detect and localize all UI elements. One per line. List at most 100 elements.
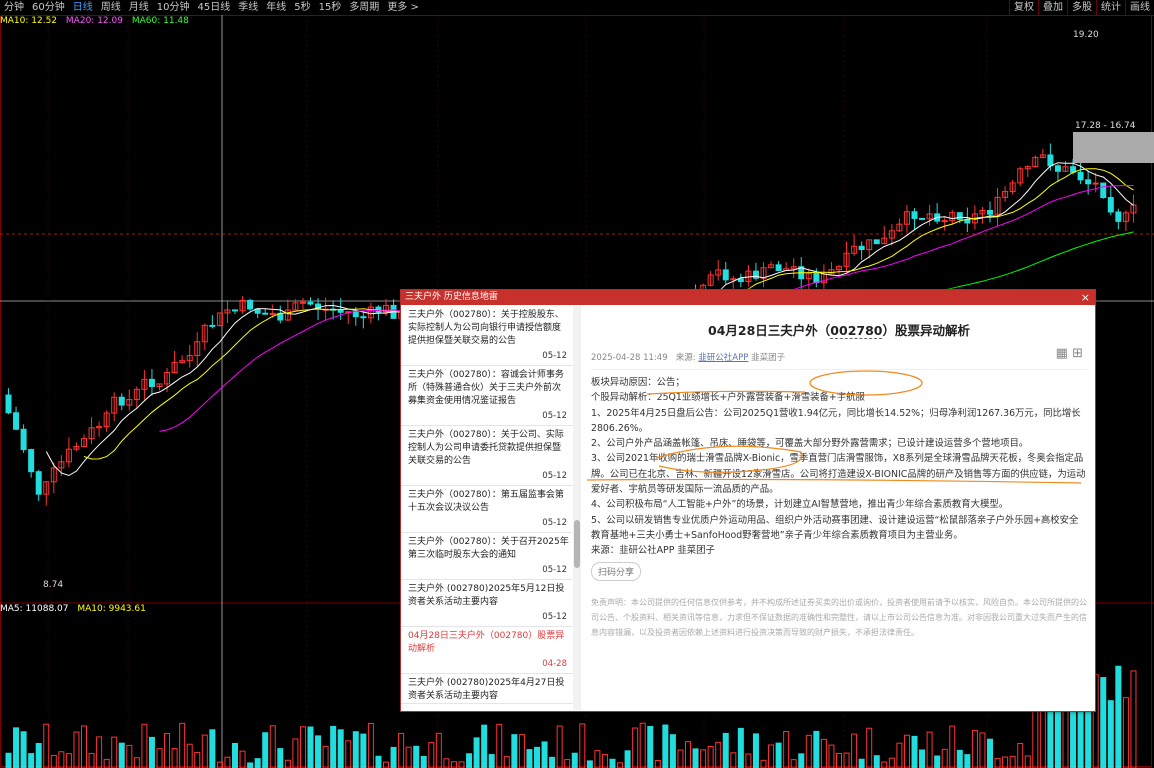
multi-stock-button[interactable]: 多股: [1067, 0, 1096, 15]
list-item-text: 三夫户外 (002780)2025年4月27日投资者关系活动主要内容: [408, 678, 565, 701]
volume-bar: [360, 733, 367, 768]
volume-bar: [315, 735, 322, 768]
ma10-label: MA10: 12.52: [0, 16, 58, 26]
volume-bar: [820, 738, 827, 768]
volume-bar: [345, 740, 352, 768]
candle-body: [941, 220, 948, 223]
volume-bar: [307, 726, 314, 768]
volume-bar: [518, 734, 525, 768]
dialog-title: 三夫户外 历史信息地雷: [405, 292, 498, 302]
candle-body: [209, 324, 216, 327]
period-60min[interactable]: 60分钟: [28, 0, 69, 15]
list-item-text: 三夫户外（002780）：关于召开2025年第三次临时股东大会的通知: [408, 537, 569, 560]
restore-rights-button[interactable]: 复权: [1009, 0, 1038, 15]
volume-bar: [194, 751, 201, 768]
list-item[interactable]: 三夫户外（002780）：第五届监事会第十五次会议决议公告 05-12: [401, 486, 573, 533]
period-monthly[interactable]: 月线: [125, 0, 153, 15]
candle-body: [722, 269, 729, 281]
candle-body: [911, 211, 918, 219]
volume-bar: [156, 748, 163, 768]
candle-body: [28, 449, 35, 473]
period-quarterly[interactable]: 季线: [234, 0, 262, 15]
statistics-button[interactable]: 统计: [1096, 0, 1125, 15]
volume-bar: [571, 752, 578, 768]
volume-bar: [692, 748, 699, 768]
ma-legend: MA10: 12.52 MA20: 12.09 MA60: 11.48: [0, 16, 195, 26]
list-item[interactable]: 三夫户外 (002780)2025年5月12日投资者关系活动主要内容 05-12: [401, 580, 573, 627]
volume-bar: [171, 748, 178, 768]
candle-body: [775, 264, 782, 271]
volume-bar: [35, 743, 42, 768]
article-tools: ▦ ⊞: [1056, 346, 1083, 361]
volume-bar: [375, 755, 382, 768]
volume-bar: [201, 734, 208, 768]
candle-body: [1100, 182, 1107, 199]
qr-code-icon[interactable]: ▦: [1056, 346, 1068, 361]
candle-body: [858, 245, 865, 251]
volume-bar: [383, 761, 389, 768]
volume-bar: [768, 744, 775, 768]
list-item-text: 三夫户外（002780）：关于控股股东、实际控制人为公司向银行申请授信额度提供担…: [408, 310, 564, 346]
period-multi[interactable]: 多周期: [345, 0, 383, 15]
disclaimer: 免责声明：本公司提供的任何信息仅供参考，并不构成所述证券买卖的出价或询价，投资者…: [591, 597, 1087, 637]
scroll-thumb[interactable]: [574, 520, 580, 568]
period-15sec[interactable]: 15秒: [315, 0, 346, 15]
list-scrollbar[interactable]: [573, 306, 581, 710]
list-item[interactable]: 三夫户外（002780）：容诚会计师事务所（特殊普通合伙）关于三夫户外前次募集资…: [401, 366, 573, 426]
overlay-button[interactable]: 叠加: [1038, 0, 1067, 15]
volume-bar: [118, 742, 125, 768]
volume-bar: [1100, 677, 1107, 768]
period-more[interactable]: 更多 >: [383, 0, 423, 15]
period-45day[interactable]: 45日线: [193, 0, 234, 15]
close-icon[interactable]: ×: [1081, 290, 1090, 305]
grid-icon[interactable]: ⊞: [1072, 346, 1083, 361]
volume-bar: [299, 726, 306, 768]
period-minute[interactable]: 分钟: [0, 0, 28, 15]
volume-bar: [405, 746, 412, 768]
candle-body: [873, 239, 880, 245]
volume-bar: [496, 723, 503, 768]
volume-bar: [1017, 742, 1024, 768]
draw-line-button[interactable]: 画线: [1125, 0, 1154, 15]
list-item[interactable]: 三夫户外 (002780)2025年4月27日投资者关系活动主要内容: [401, 674, 573, 704]
period-yearly[interactable]: 年线: [262, 0, 290, 15]
list-item[interactable]: 三夫户外（002780）：关于召开2025年第三次临时股东大会的通知 05-12: [401, 533, 573, 580]
article-author: 韭菜团子: [751, 353, 786, 363]
volume-bar: [896, 742, 903, 768]
volume-bar: [556, 725, 563, 768]
candle-body: [1047, 154, 1054, 167]
period-weekly[interactable]: 周线: [97, 0, 125, 15]
dialog-titlebar: 三夫户外 历史信息地雷 ×: [401, 290, 1095, 305]
volume-bar: [805, 734, 812, 768]
list-item[interactable]: 三夫户外（002780）：关于公司、实际控制人为公司申请委托贷款提供担保暨关联交…: [401, 426, 573, 486]
period-daily[interactable]: 日线: [69, 0, 97, 15]
stock-code-link[interactable]: 002780: [830, 323, 883, 339]
volume-bar: [700, 749, 707, 768]
volume-bar: [926, 731, 933, 768]
candle-body: [752, 270, 759, 279]
volume-bar: [934, 755, 941, 768]
list-item[interactable]: 三夫户外（002780）：关于控股股东、实际控制人为公司向银行申请授信额度提供担…: [401, 306, 573, 366]
list-item-selected[interactable]: 04月28日三夫户外（002780）股票异动解析 04-28: [401, 627, 573, 674]
volume-bar: [722, 732, 729, 768]
period-5sec[interactable]: 5秒: [290, 0, 314, 15]
share-button[interactable]: 扫码分享: [591, 561, 642, 581]
volume-bar: [669, 734, 676, 768]
article-paragraph: 2、公司户外产品涵盖帐篷、吊床、睡袋等，可覆盖大部分野外露营需求；已设计建设运营…: [591, 438, 1029, 450]
volume-bar: [541, 741, 548, 768]
candle-body: [352, 311, 359, 318]
source-link[interactable]: 韭研公社APP: [698, 353, 748, 363]
volume-bar: [413, 745, 420, 768]
volume-bar: [586, 760, 593, 768]
volume-bar: [971, 729, 978, 768]
article-meta: 2025-04-28 11:49 来源: 韭研公社APP 韭菜团子 ▦ ⊞: [591, 346, 1087, 363]
volume-bar: [209, 729, 216, 768]
volume-bar: [798, 753, 805, 768]
volume-bar: [186, 743, 193, 768]
volume-bar: [1130, 670, 1137, 768]
period-10min[interactable]: 10分钟: [153, 0, 194, 15]
volume-bar: [836, 752, 842, 768]
volume-bar: [1115, 665, 1122, 768]
volume-bar: [903, 734, 910, 768]
vol-ma10-label: MA10: 9943.61: [77, 604, 146, 614]
